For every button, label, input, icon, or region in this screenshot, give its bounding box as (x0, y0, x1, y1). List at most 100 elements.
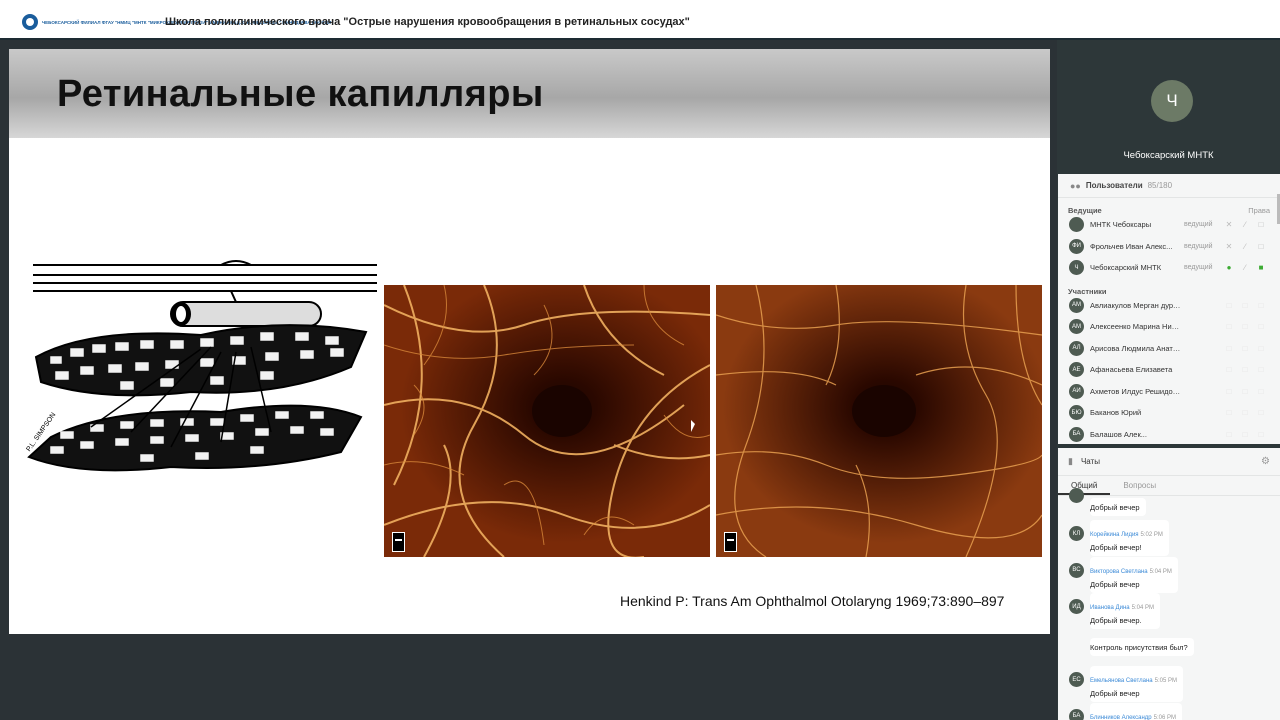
participant-row[interactable]: АЕ Афанасьева Елизавета □ □ □ (1058, 359, 1280, 381)
user-name: Афанасьева Елизавета (1090, 365, 1173, 375)
screen-disabled-icon[interactable]: □ (1256, 408, 1266, 417)
user-rights-icons: □ □ □ (1224, 365, 1266, 374)
cam-disabled-icon[interactable]: □ (1240, 322, 1250, 331)
user-avatar: Ч (1069, 260, 1084, 276)
message-time: 5:04 PM (1131, 605, 1154, 611)
slide-citation: Henkind P: Trans Am Ophthalmol Otolaryng… (620, 593, 1005, 609)
mic-off-icon[interactable]: ✕ (1224, 242, 1234, 251)
user-avatar: БА (1069, 426, 1084, 442)
chat-message: КЛ Корейкина Лидия 5:02 PM Добрый вечер! (1058, 516, 1280, 556)
chat-header: ▮ Чаты ⚙ (1058, 448, 1280, 476)
message-meta: Блинников Александр 5:06 PM (1090, 706, 1176, 720)
cam-off-icon[interactable]: ∕ (1240, 242, 1250, 251)
participant-row[interactable]: АМ Алексеенко Марина Николаевна □ □ □ (1058, 316, 1280, 338)
side-panel: Ч Чебоксарский МНТК ●● Пользователи 85/1… (1057, 40, 1280, 720)
mic-on-icon[interactable]: ● (1224, 263, 1234, 272)
user-name: Авлиакулов Мерган дурдыкулы... (1090, 300, 1182, 310)
cam-off-icon[interactable]: ∕ (1240, 220, 1250, 229)
message-time: 5:02 PM (1140, 532, 1163, 538)
tab-general[interactable]: Общий (1058, 476, 1111, 495)
user-avatar (1069, 217, 1084, 233)
cam-disabled-icon[interactable]: □ (1240, 430, 1250, 439)
user-rights-icons: □ □ □ (1224, 344, 1266, 353)
message-avatar (1069, 488, 1084, 503)
user-rights-icons: □ □ □ (1224, 430, 1266, 439)
message-text: Добрый вечер (1090, 579, 1140, 589)
screen-disabled-icon[interactable]: □ (1256, 387, 1266, 396)
screen-disabled-icon[interactable]: □ (1256, 430, 1266, 439)
participants-label: Участники (1068, 286, 1107, 296)
mic-disabled-icon[interactable]: □ (1224, 365, 1234, 374)
presenter-name: Чебоксарский МНТК (1123, 150, 1214, 161)
mic-disabled-icon[interactable]: □ (1224, 408, 1234, 417)
clinic-logo: ЧЕБОКСАРСКИЙ ФИЛИАЛ ФГАУ "НМИЦ "МНТК "МИ… (22, 12, 331, 32)
message-bubble: Емельянова Светлана 5:05 PM Добрый вечер (1090, 666, 1183, 702)
participant-row[interactable]: АМ Авлиакулов Мерган дурдыкулы... □ □ □ (1058, 295, 1280, 317)
user-name: Баканов Юрий (1090, 408, 1142, 418)
mic-disabled-icon[interactable]: □ (1224, 387, 1234, 396)
mic-disabled-icon[interactable]: □ (1224, 344, 1234, 353)
screen-off-icon[interactable]: □ (1256, 242, 1266, 251)
user-name: Ахметов Илдус Решидович (1090, 386, 1182, 396)
message-avatar: КЛ (1069, 526, 1084, 541)
user-rights-icons: ✕ ∕ □ (1224, 242, 1266, 251)
scale-marker (724, 532, 737, 552)
host-row[interactable]: МНТК Чебоксары ведущий ✕ ∕ □ (1058, 214, 1280, 236)
presenter-video[interactable]: Ч Чебоксарский МНТК (1057, 40, 1280, 173)
message-author[interactable]: Емельянова Светлана (1090, 678, 1153, 684)
message-time: 5:06 PM (1153, 714, 1176, 720)
message-bubble: Добрый вечер (1090, 498, 1146, 516)
screen-disabled-icon[interactable]: □ (1256, 365, 1266, 374)
chat-icon: ▮ (1068, 456, 1073, 466)
users-icon: ●● (1070, 180, 1081, 191)
chat-message: ВС Викторова Светлана 5:04 PM Добрый вечер (1058, 553, 1280, 593)
screen-disabled-icon[interactable]: □ (1256, 344, 1266, 353)
message-author[interactable]: Корейкина Лидия (1090, 532, 1139, 538)
users-header[interactable]: ●● Пользователи 85/180 (1058, 174, 1280, 198)
screen-off-icon[interactable]: □ (1256, 220, 1266, 229)
screen-on-icon[interactable]: ■ (1256, 263, 1266, 272)
mic-disabled-icon[interactable]: □ (1224, 322, 1234, 331)
message-author[interactable]: Викторова Светлана (1090, 569, 1148, 575)
user-avatar: АМ (1069, 319, 1084, 335)
capillary-diagram: P.L. SIMPSON (25, 260, 377, 472)
host-row[interactable]: ФИ Фрольчев Иван Алекс... ведущий ✕ ∕ □ (1058, 236, 1280, 258)
chat-message: Контроль присутствия был? (1058, 626, 1280, 663)
tab-questions[interactable]: Вопросы (1110, 476, 1169, 495)
oct-vessels-right (716, 285, 1042, 557)
hosts-section: Ведущие Права (1058, 198, 1280, 215)
cam-disabled-icon[interactable]: □ (1240, 408, 1250, 417)
cam-disabled-icon[interactable]: □ (1240, 387, 1250, 396)
users-title: Пользователи (1085, 181, 1143, 190)
cam-disabled-icon[interactable]: □ (1240, 365, 1250, 374)
slide-header: Ретинальные капилляры (9, 49, 1050, 138)
gear-icon[interactable]: ⚙ (1261, 456, 1270, 467)
host-row[interactable]: Ч Чебоксарский МНТК ведущий ● ∕ ■ (1058, 257, 1280, 279)
message-author[interactable]: Иванова Дина (1090, 605, 1130, 611)
participant-row[interactable]: БА Балашов Алек... □ □ □ (1058, 424, 1280, 445)
mic-disabled-icon[interactable]: □ (1224, 301, 1234, 310)
user-rights-icons: □ □ □ (1224, 387, 1266, 396)
message-bubble: Блинников Александр5:06 PMДобрый вечер ! (1090, 702, 1182, 720)
message-avatar: ЕС (1069, 672, 1084, 687)
user-role: ведущий (1184, 242, 1213, 250)
participant-row[interactable]: АЛ Арисова Людмила Анатольевна □ □ □ (1058, 338, 1280, 360)
screen-disabled-icon[interactable]: □ (1256, 301, 1266, 310)
mic-disabled-icon[interactable]: □ (1224, 430, 1234, 439)
user-avatar: АЛ (1069, 340, 1084, 356)
screen-disabled-icon[interactable]: □ (1256, 322, 1266, 331)
mic-off-icon[interactable]: ✕ (1224, 220, 1234, 229)
user-avatar: АМ (1069, 297, 1084, 313)
participant-row[interactable]: АИ Ахметов Илдус Решидович □ □ □ (1058, 381, 1280, 403)
cam-off-icon[interactable]: ∕ (1240, 263, 1250, 272)
cam-disabled-icon[interactable]: □ (1240, 344, 1250, 353)
message-author[interactable]: Блинников Александр (1090, 715, 1152, 720)
oct-angiogram-left (384, 285, 710, 557)
chat-title: Чаты (1080, 457, 1100, 466)
participant-row[interactable]: БЮ Баканов Юрий □ □ □ (1058, 402, 1280, 424)
eye-logo-icon (22, 14, 38, 30)
cam-disabled-icon[interactable]: □ (1240, 301, 1250, 310)
presentation-slide: Ретинальные капилляры P.L. SIMPSON Henki… (9, 49, 1050, 634)
message-meta: Емельянова Светлана 5:05 PM (1090, 669, 1177, 687)
chat-message: ЕС Емельянова Светлана 5:05 PM Добрый вечер (1058, 662, 1280, 702)
